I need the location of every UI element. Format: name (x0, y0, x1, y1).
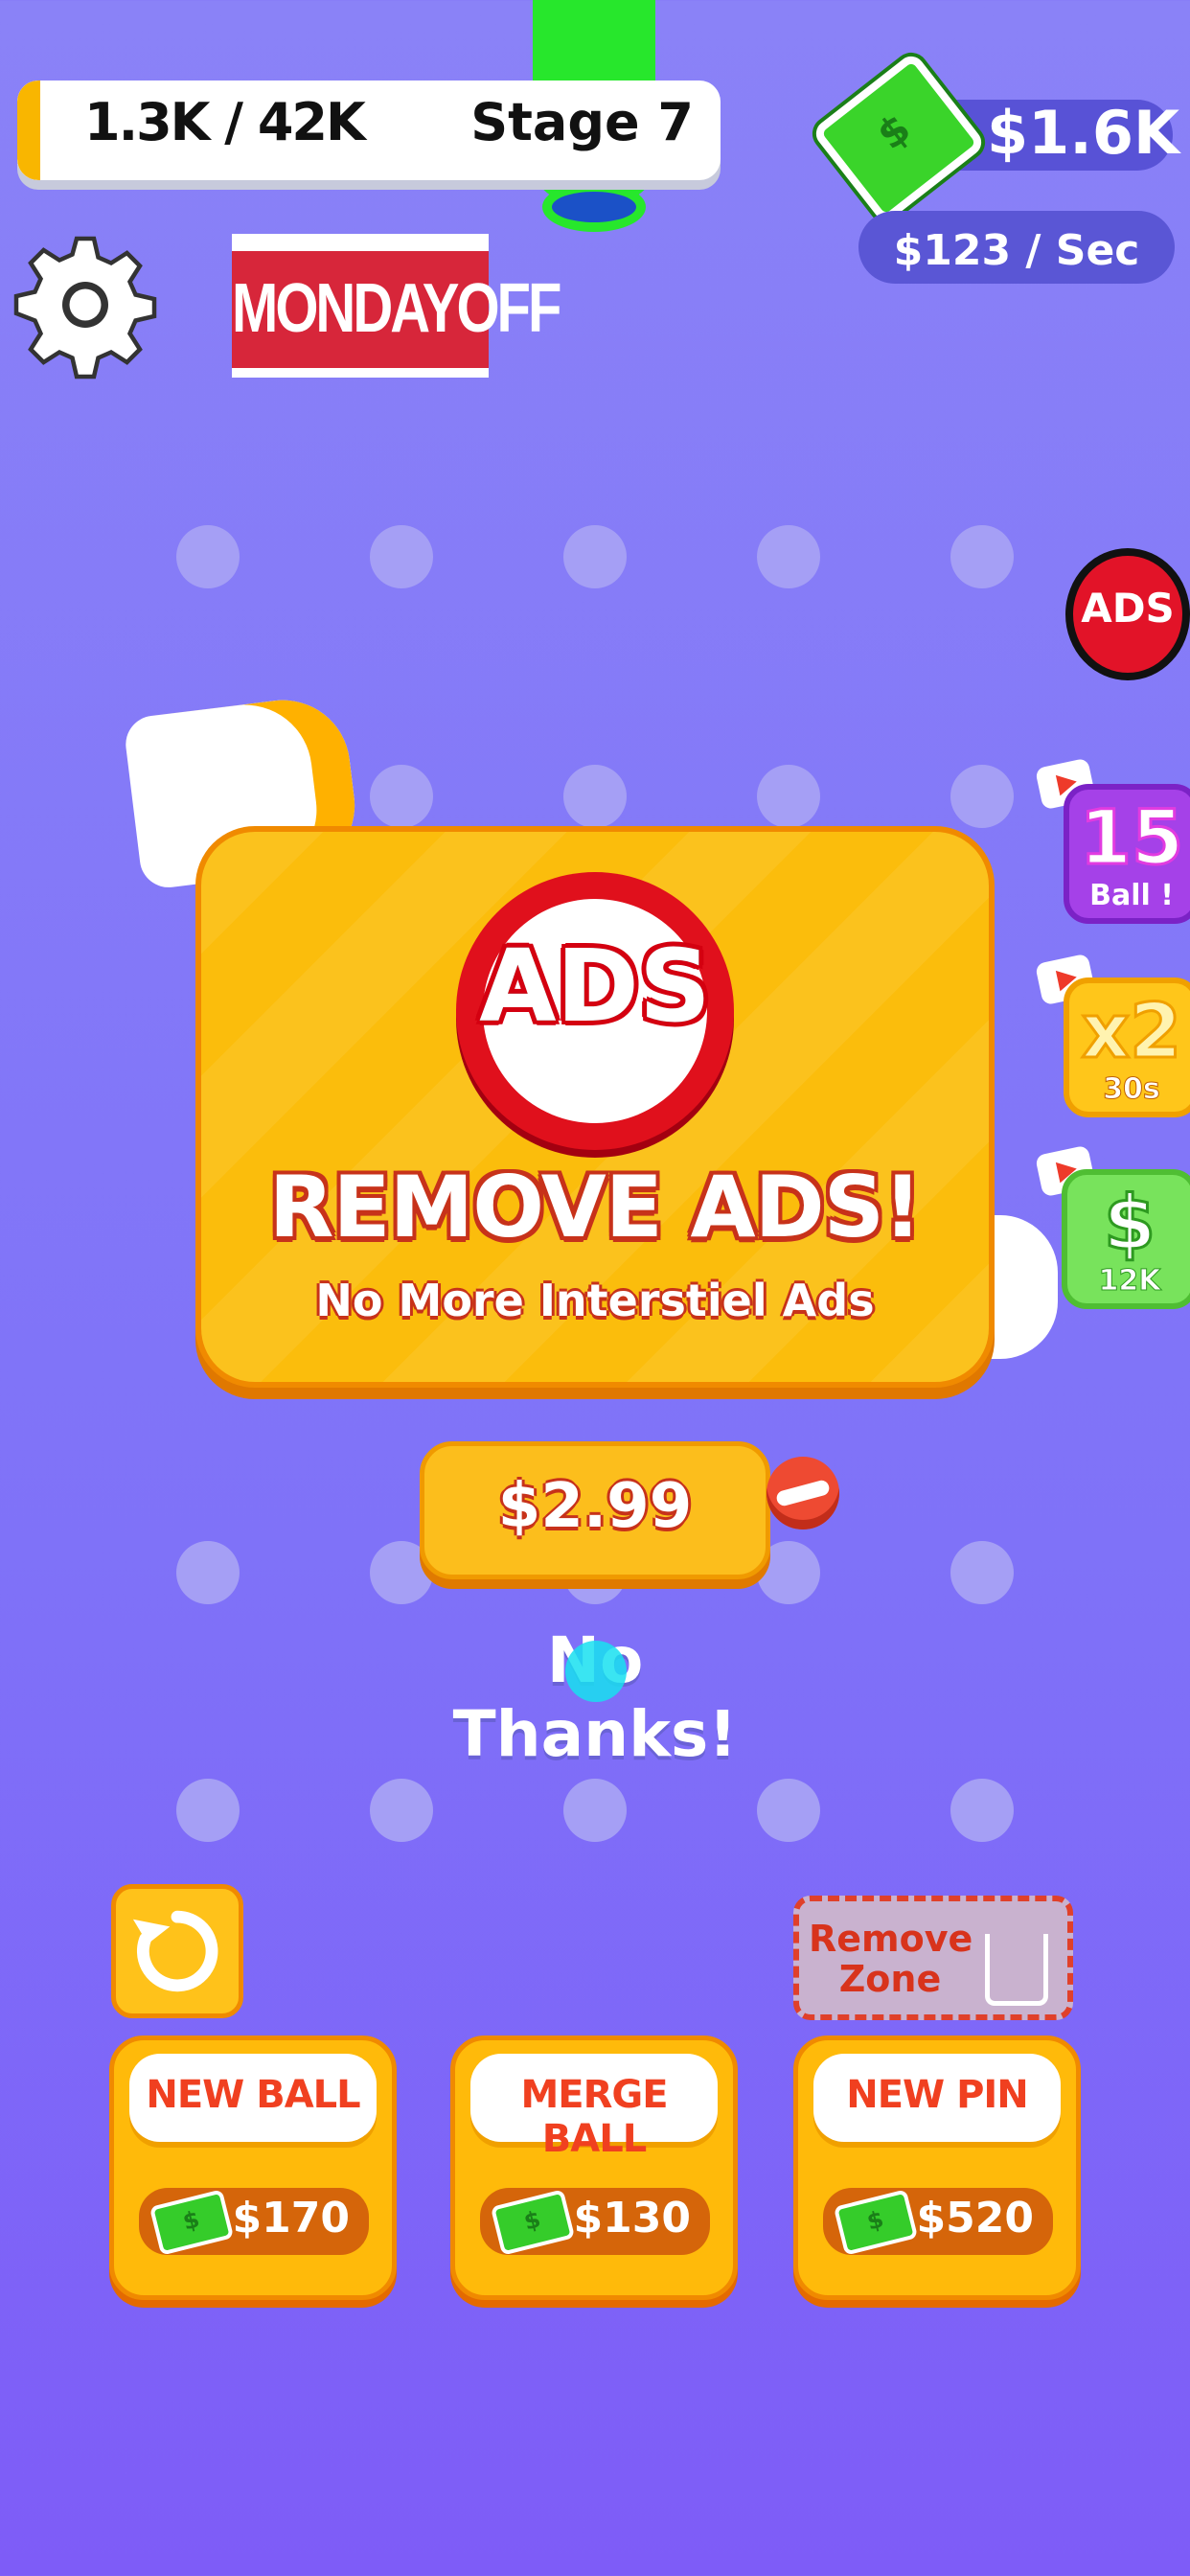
peg (370, 525, 433, 588)
peg (176, 1779, 240, 1842)
peg (563, 765, 627, 828)
peg (176, 525, 240, 588)
peg (563, 1779, 627, 1842)
developer-logo: MONDAYOFF (232, 234, 561, 378)
no-ads-icon[interactable]: ADS (1065, 548, 1190, 680)
peg (757, 1779, 820, 1842)
cash-symbol: $ (180, 2205, 202, 2236)
cash-icon: $ (490, 2189, 576, 2256)
cash-reward-ad-button[interactable]: $ 12K (1062, 1169, 1190, 1309)
merge-ball-button[interactable]: MERGE BALL $ $130 (450, 2036, 738, 2300)
gear-icon[interactable] (13, 228, 157, 381)
new-ball-price: $170 (232, 2194, 350, 2242)
peg (176, 1541, 240, 1604)
peg (950, 525, 1014, 588)
popup-title: REMOVE ADS! (268, 1158, 922, 1256)
cash-symbol: $ (868, 104, 920, 159)
peg (950, 765, 1014, 828)
refresh-icon (132, 1910, 218, 1992)
new-pin-price: $520 (916, 2194, 1034, 2242)
multiplier-duration: 30s (1103, 1072, 1161, 1107)
ball-boost-label: Ball ! (1089, 879, 1174, 912)
peg (563, 525, 627, 588)
new-ball-label: NEW BALL (146, 2073, 360, 2117)
stage-progress-bar: 1.3K / 42K Stage 7 (17, 80, 721, 180)
income-rate-text: $123 / Sec (893, 226, 1140, 275)
peg (950, 1541, 1014, 1604)
purchase-button[interactable]: $2.99 (420, 1441, 770, 1579)
peg (370, 765, 433, 828)
new-pin-button[interactable]: NEW PIN $ $520 (793, 2036, 1081, 2300)
money-amount: $1.6K (987, 98, 1180, 168)
no-ads-text: ADS (1081, 585, 1175, 632)
extra-balls-ad-button[interactable]: 15 Ball ! (1064, 784, 1190, 924)
cash-icon: $ (833, 2189, 919, 2256)
cash-icon: $ (149, 2189, 235, 2256)
merge-ball-price: $130 (573, 2194, 691, 2242)
peg (950, 1779, 1014, 1842)
multiplier-value: x2 (1080, 988, 1183, 1077)
cash-boost-icon: $ (1102, 1180, 1156, 1269)
cash-boost-amount: 12K (1098, 1264, 1161, 1299)
peg (757, 525, 820, 588)
peg (757, 765, 820, 828)
progress-fill (17, 80, 40, 180)
refresh-button[interactable] (111, 1884, 243, 2018)
touch-indicator (565, 1641, 627, 1702)
game-ball (767, 1457, 839, 1530)
peg (370, 1779, 433, 1842)
remove-zone[interactable]: Remove Zone (793, 1896, 1073, 2020)
remove-zone-label: Remove Zone (809, 1918, 973, 2000)
cash-symbol: $ (521, 2205, 543, 2236)
popup-subtitle: No More Interstiel Ads (315, 1275, 875, 1326)
new-pin-label: NEW PIN (846, 2073, 1029, 2117)
cash-symbol: $ (864, 2205, 886, 2236)
stage-label: Stage 7 (470, 92, 694, 152)
no-ads-icon: ADS (456, 872, 734, 1150)
cash-icon: $ (811, 51, 987, 225)
new-ball-button[interactable]: NEW BALL $ $170 (109, 2036, 397, 2300)
price-label: $2.99 (497, 1471, 693, 1542)
trash-icon (985, 1934, 1048, 2006)
ball-boost-value: 15 (1078, 794, 1185, 884)
income-multiplier-ad-button[interactable]: x2 30s (1064, 978, 1190, 1117)
logo-text: MONDAYOFF (232, 268, 561, 347)
merge-ball-label: MERGE BALL (520, 2073, 668, 2161)
pipe-opening (542, 182, 646, 232)
progress-text: 1.3K / 42K (84, 92, 366, 152)
